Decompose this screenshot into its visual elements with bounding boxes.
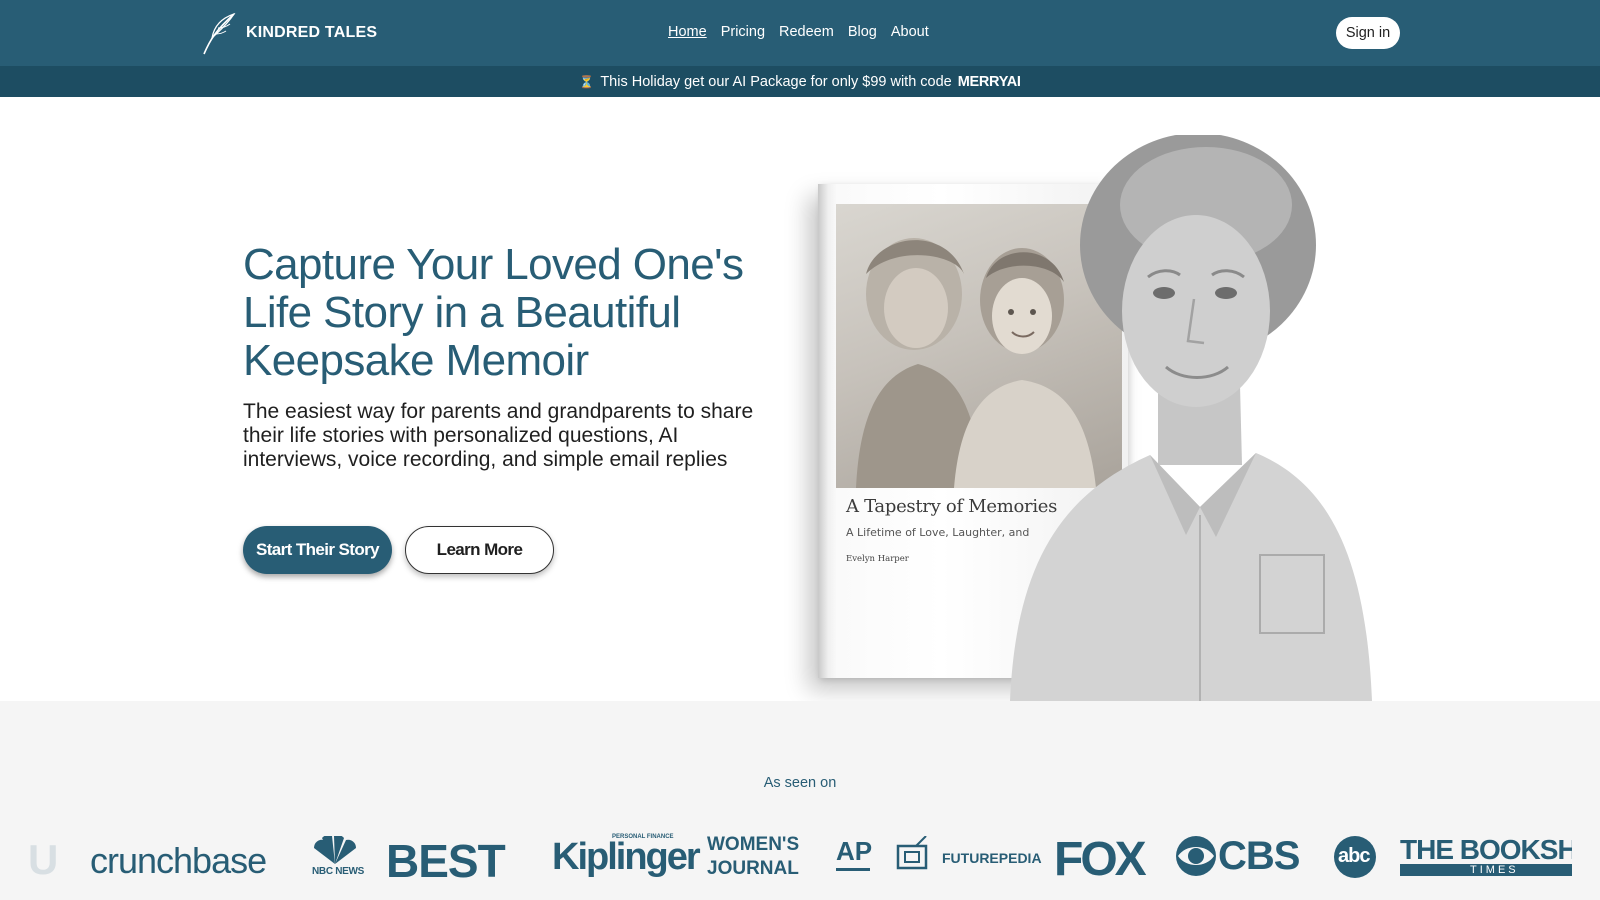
press-logo-strip: U crunchbase NBC NEWS BEST PERSONAL FINA… (0, 833, 1600, 894)
as-seen-on-label: As seen on (763, 775, 837, 791)
monitor-icon (896, 835, 928, 870)
press-logo-futurepedia: FUTUREPEDIA (896, 835, 1042, 880)
abc-text: abc (1338, 845, 1370, 867)
logo[interactable]: KINDRED TALES (200, 10, 377, 56)
book-spine (818, 184, 828, 678)
hero-subtitle: The easiest way for parents and grandpar… (243, 400, 754, 471)
press-logo-partial: U (28, 836, 59, 883)
kiplinger-text: Kiplinger (552, 836, 701, 878)
futurepedia-text: FUTUREPEDIA (942, 850, 1042, 866)
press-logo-womens-journal: WOMEN'S JOURNAL (707, 834, 817, 884)
journal-text: JOURNAL (707, 858, 799, 879)
quill-icon (203, 12, 236, 55)
press-logo-abc: abc (1334, 836, 1376, 878)
nav-about[interactable]: About (891, 24, 929, 40)
promo-banner: ⏳ This Holiday get our AI Package for on… (0, 66, 1600, 97)
hero-section: Capture Your Loved One's Life Story in a… (0, 97, 1600, 701)
press-logo-ap: AP (836, 836, 876, 876)
cbs-eye-icon (1176, 836, 1216, 876)
hourglass-icon: ⏳ (579, 74, 595, 89)
learn-more-button[interactable]: Learn More (405, 526, 554, 574)
promo-text: This Holiday get our AI Package for only… (600, 73, 952, 90)
peacock-icon (313, 835, 357, 864)
bookshelf-text: THE BOOKSH (1400, 834, 1572, 865)
press-logo-best: BEST (386, 835, 506, 887)
main-nav: Home Pricing Redeem Blog About (668, 24, 929, 40)
press-section: As seen on U crunchbase NBC NEWS BEST PE… (0, 701, 1600, 900)
womens-text: WOMEN'S (707, 834, 800, 855)
press-logo-fox: FOX (1054, 833, 1147, 886)
nbc-news-text: NBC NEWS (312, 866, 365, 877)
cbs-text: CBS (1218, 834, 1300, 878)
press-logo-cbs: CBS (1174, 834, 1314, 880)
start-their-story-button[interactable]: Start Their Story (243, 526, 392, 574)
hero-title: Capture Your Loved One's Life Story in a… (243, 240, 744, 385)
press-logo-crunchbase: crunchbase (90, 840, 267, 881)
promo-code: MERRYAI (957, 73, 1021, 90)
press-logo-kiplinger: PERSONAL FINANCE Kiplinger (552, 834, 701, 884)
book-author: Evelyn Harper (846, 554, 909, 564)
ap-text: AP (836, 836, 873, 866)
nav-blog[interactable]: Blog (848, 24, 877, 40)
nav-home[interactable]: Home (668, 24, 707, 40)
site-header: KINDRED TALES Home Pricing Redeem Blog A… (0, 0, 1600, 66)
nav-pricing[interactable]: Pricing (721, 24, 765, 40)
press-logo-nbc: NBC NEWS (310, 835, 364, 880)
press-logo-bookshelf-times: THE BOOKSH TIMES (1400, 834, 1572, 878)
logo-text: KINDRED TALES (246, 24, 378, 41)
book-subtitle: A Lifetime of Love, Laughter, and (846, 526, 1030, 539)
sign-in-button[interactable]: Sign in (1336, 17, 1400, 49)
times-text: TIMES (1470, 864, 1519, 876)
grandmother-portrait (1010, 135, 1372, 701)
nav-redeem[interactable]: Redeem (779, 24, 834, 40)
ap-underline (836, 868, 870, 871)
